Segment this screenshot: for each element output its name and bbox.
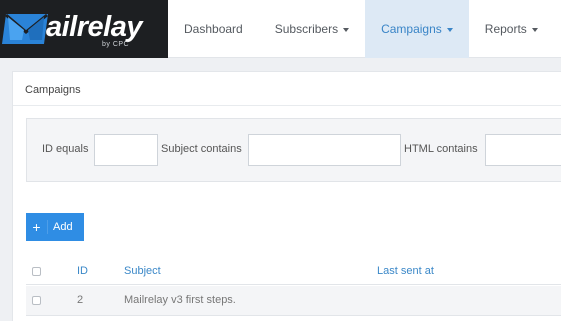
nav-campaigns[interactable]: Campaigns (365, 0, 469, 58)
row-checkbox[interactable] (32, 296, 41, 305)
nav-dashboard-label: Dashboard (184, 22, 243, 36)
html-filter-input[interactable] (485, 134, 561, 166)
page-title: Campaigns (25, 84, 81, 96)
select-all-checkbox[interactable] (32, 267, 41, 276)
table-header: ID Subject Last sent at (26, 259, 561, 285)
id-filter-input[interactable] (94, 134, 158, 166)
add-button-label: Add (53, 221, 73, 233)
nav-campaigns-label: Campaigns (381, 22, 442, 36)
nav-reports[interactable]: Reports (469, 0, 554, 58)
column-id[interactable]: ID (77, 265, 88, 277)
chevron-down-icon (343, 28, 350, 32)
nav-subscribers[interactable]: Subscribers (259, 0, 365, 58)
row-id: 2 (77, 294, 84, 306)
logo-wordmark: ailrelay (46, 11, 142, 43)
nav-subscribers-label: Subscribers (274, 22, 339, 36)
subject-filter-input[interactable] (248, 134, 401, 166)
row-subject[interactable]: Mailrelay v3 first steps. (124, 294, 236, 306)
id-filter-label: ID equals (42, 143, 89, 155)
top-navbar: ailrelay by CPC Dashboard Subscribers Ca… (0, 0, 561, 58)
html-filter-label: HTML contains (404, 143, 478, 155)
main-nav: Dashboard Subscribers Campaigns Reports … (168, 0, 561, 58)
mailrelay-logo[interactable]: ailrelay by CPC (0, 0, 168, 58)
table-row[interactable]: 2 Mailrelay v3 first steps. (26, 286, 561, 316)
campaigns-panel: Campaigns ID equals Subject contains HTM… (12, 71, 561, 321)
divider (13, 105, 561, 106)
nav-reports-label: Reports (484, 22, 527, 36)
logo-byline: by CPC (102, 41, 130, 48)
column-subject[interactable]: Subject (124, 265, 161, 277)
chevron-down-icon (531, 28, 538, 32)
filter-bar: ID equals Subject contains HTML contains (26, 118, 561, 182)
subject-filter-label: Subject contains (161, 143, 242, 155)
nav-more[interactable]: A (554, 0, 561, 58)
plus-icon: + (26, 220, 48, 234)
add-campaign-button[interactable]: + Add (26, 213, 84, 241)
nav-dashboard[interactable]: Dashboard (168, 0, 259, 58)
chevron-down-icon (446, 28, 453, 32)
column-last-sent[interactable]: Last sent at (377, 265, 434, 277)
